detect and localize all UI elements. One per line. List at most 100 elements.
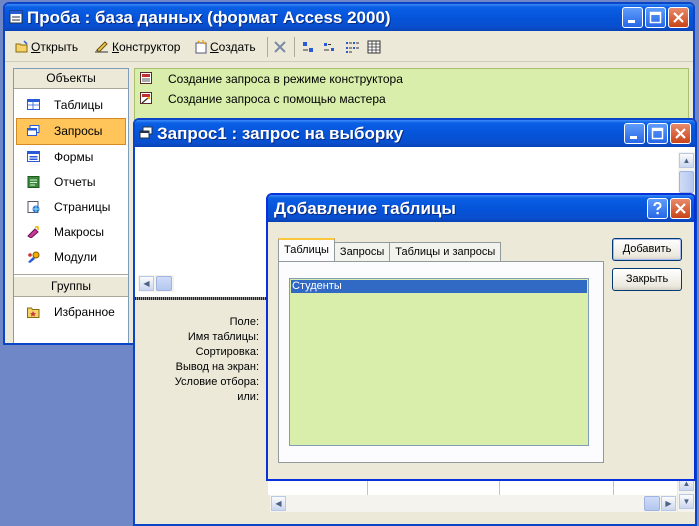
favorites-folder-icon [27,307,40,318]
sidebar-item-label: Запросы [54,124,103,138]
scroll-thumb[interactable] [679,171,694,193]
database-window-titlebar[interactable]: Проба : база данных (формат Access 2000) [5,4,693,31]
scroll-thumb[interactable] [644,496,660,511]
help-button[interactable] [647,198,668,219]
sidebar-item-reports[interactable]: Отчеты [14,170,128,195]
toolbar-separator [294,37,295,57]
sidebar-item-forms[interactable]: Формы [14,145,128,170]
scroll-left-arrow[interactable]: ◀ [139,276,154,291]
details-view-button[interactable] [367,39,381,55]
maximize-button[interactable] [647,123,668,144]
sidebar-item-label: Макросы [54,225,105,239]
query-icon [139,126,153,139]
grid-horizontal-scrollbar[interactable]: ◀ ▶ [270,495,677,512]
create-label: оздать [218,40,256,54]
open-button[interactable]: Открыть [15,39,78,55]
groups-header[interactable]: Группы [14,277,128,297]
design-label-hotkey: К [112,40,119,54]
design-label: онструктор [119,40,181,54]
minimize-icon [628,20,635,23]
close-button[interactable] [668,7,689,28]
help-icon [653,202,662,215]
create-label-hotkey: С [210,40,219,54]
dialog-tabs: Таблицы Запросы Таблицы и запросы [278,238,502,261]
open-label-hotkey: О [31,40,41,54]
tab-panel: Студенты [278,261,604,463]
create-query-wizard-icon [140,92,152,104]
report-icon [27,176,40,188]
sidebar-item-label: Модули [54,250,97,264]
delete-button[interactable] [273,39,287,55]
query-icon [27,125,40,136]
sidebar-divider [14,274,128,275]
list-item[interactable]: Создание запроса в режиме конструктора [135,69,688,89]
grid-row-label: Условие отбора: [174,376,259,388]
minimize-button[interactable] [624,123,645,144]
close-button[interactable] [670,123,691,144]
grid-row-label: Поле: [229,316,259,328]
list-item[interactable]: Студенты [291,280,587,293]
page-icon [27,201,40,213]
sidebar-item-label: Таблицы [54,98,104,112]
tab-queries[interactable]: Запросы [333,242,391,261]
toolbar-separator [267,37,268,57]
create-button[interactable]: Создать [194,39,256,55]
open-folder-icon [15,40,28,53]
list-item[interactable]: Создание запроса с помощью мастера [135,89,688,109]
query-window-title: Запрос1 : запрос на выборку [157,124,404,143]
design-button[interactable]: Конструктор [94,39,180,55]
sidebar-item-macros[interactable]: Макросы [14,220,128,245]
table-icon [27,99,40,110]
sidebar-item-tables[interactable]: Таблицы [14,93,128,118]
large-icons-button[interactable] [301,39,315,55]
delete-icon [274,41,286,53]
database-icon [9,10,23,24]
dialog-title: Добавление таблицы [274,199,456,218]
maximize-button[interactable] [645,7,666,28]
list-view-button[interactable] [345,39,359,55]
list-view-icon [346,42,359,53]
close-icon [675,203,686,214]
scroll-right-arrow[interactable]: ▶ [661,496,676,511]
small-icons-icon [324,43,334,51]
horizontal-scrollbar[interactable]: ◀ [138,275,174,292]
scroll-thumb[interactable] [156,276,172,291]
close-icon [673,12,684,23]
sidebar-item-label: Формы [54,150,94,164]
scroll-down-arrow[interactable]: ▼ [679,494,694,509]
dialog-titlebar[interactable]: Добавление таблицы [268,195,694,222]
dialog-close-button[interactable] [670,198,691,219]
module-icon [28,251,40,263]
grid-row-label: Сортировка: [195,346,259,358]
maximize-icon [649,11,662,24]
query-window-titlebar[interactable]: Запрос1 : запрос на выборку [135,120,695,147]
open-label: ткрыть [40,40,79,54]
details-view-icon [367,40,381,54]
add-table-dialog: Добавление таблицы Таблицы Запросы Табли… [266,193,696,481]
form-icon [27,151,40,162]
list-item-label: Создание запроса с помощью мастера [168,92,386,106]
macro-icon [27,226,39,238]
scroll-left-arrow[interactable]: ◀ [271,496,286,511]
close-dialog-button[interactable]: Закрыть [612,268,682,291]
scroll-up-arrow[interactable]: ▲ [679,153,694,168]
minimize-button[interactable] [622,7,643,28]
sidebar-item-label: Отчеты [54,175,96,189]
sidebar-item-favorites[interactable]: Избранное [14,300,128,325]
tab-tables-and-queries[interactable]: Таблицы и запросы [389,242,502,261]
grid-row-label: Вывод на экран: [175,361,259,373]
sidebar-item-queries[interactable]: Запросы [16,118,126,145]
grid-row-label: или: [237,391,259,403]
tables-listbox[interactable]: Студенты [289,278,589,446]
minimize-icon [630,136,637,139]
objects-header[interactable]: Объекты [14,69,128,89]
small-icons-button[interactable] [323,39,337,55]
maximize-icon [651,127,664,140]
sidebar-item-modules[interactable]: Модули [14,245,128,270]
sidebar-item-pages[interactable]: Страницы [14,195,128,220]
add-button[interactable]: Добавить [612,238,682,261]
database-window-title: Проба : база данных (формат Access 2000) [27,8,391,27]
tab-tables[interactable]: Таблицы [278,238,335,261]
sidebar-item-label: Избранное [54,305,115,319]
design-icon [95,41,108,53]
